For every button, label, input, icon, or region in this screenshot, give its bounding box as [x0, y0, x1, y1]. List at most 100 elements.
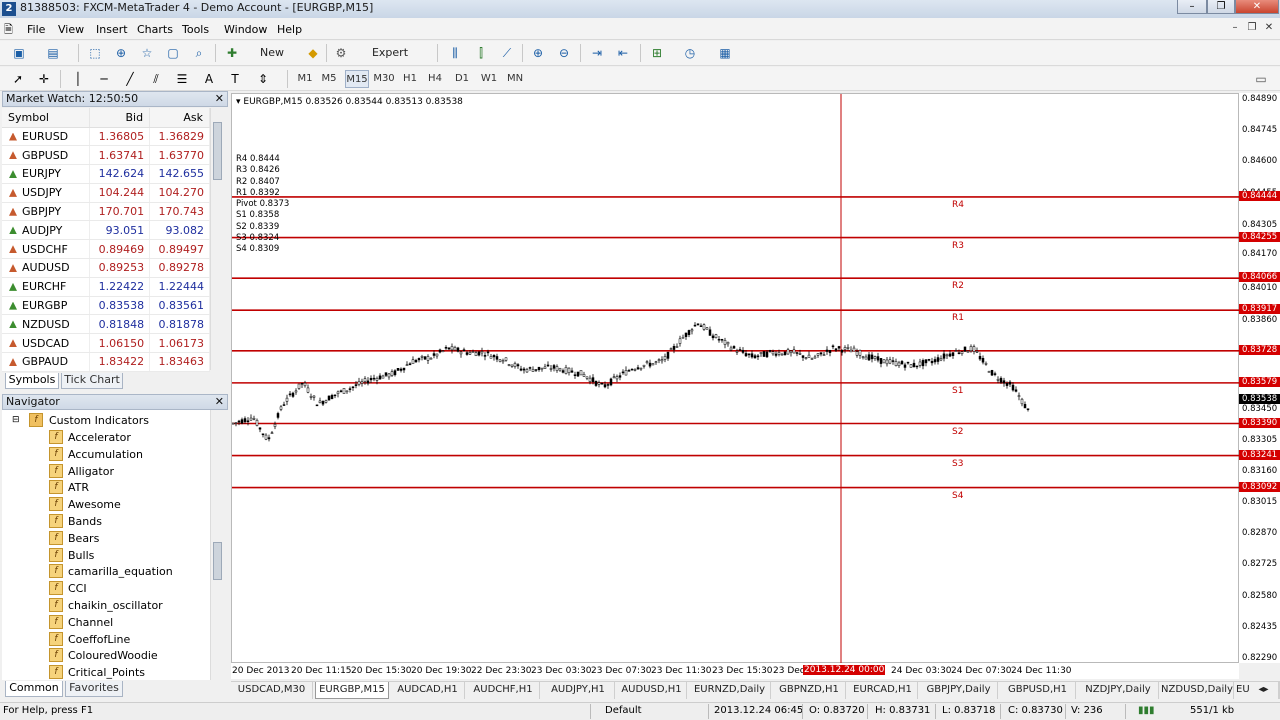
ask-cell[interactable]: 1.63770: [149, 145, 210, 166]
menu-charts[interactable]: Charts: [137, 23, 173, 36]
symbol-cell[interactable]: USDCHF: [2, 239, 91, 260]
bid-cell[interactable]: 1.22422: [89, 277, 151, 297]
ask-cell[interactable]: 1.36829: [149, 127, 210, 147]
indicators-icon[interactable]: ⊞: [648, 44, 666, 62]
menu-tools[interactable]: Tools: [182, 23, 209, 36]
table-row[interactable]: USDJPY 104.244 104.270: [2, 183, 210, 203]
bid-cell[interactable]: 142.624: [89, 164, 151, 184]
collapse-icon[interactable]: ⊟: [12, 412, 20, 429]
navigator-indicator-item[interactable]: f chaikin_oscillator: [2, 597, 210, 614]
bid-cell[interactable]: 1.63741: [89, 145, 151, 166]
chart-tab[interactable]: EURCAD,H1: [848, 682, 918, 699]
symbol-cell[interactable]: AUDUSD: [2, 258, 91, 278]
price-scale[interactable]: 0.848900.847450.846000.844550.843050.841…: [1239, 93, 1280, 663]
symbol-cell[interactable]: EURUSD: [2, 127, 91, 147]
trendline-icon[interactable]: ╱: [121, 70, 139, 88]
timeframe-w1[interactable]: W1: [479, 70, 499, 88]
navigator-indicator-item[interactable]: f Bears: [2, 530, 210, 547]
chart-tab[interactable]: NZDJPY,Daily: [1078, 682, 1159, 699]
symbol-cell[interactable]: GBPAUD: [2, 352, 91, 372]
ask-cell[interactable]: 170.743: [149, 202, 210, 222]
metaeditor-icon[interactable]: ◆: [304, 44, 322, 62]
timeframe-d1[interactable]: D1: [452, 70, 472, 88]
symbol-cell[interactable]: AUDJPY: [2, 220, 91, 241]
symbol-cell[interactable]: EURCHF: [2, 277, 91, 297]
close-icon[interactable]: ✕: [215, 395, 224, 409]
price-chart[interactable]: ▾ EURGBP,M15 0.83526 0.83544 0.83513 0.8…: [231, 93, 1240, 664]
zoom-out-icon[interactable]: ⊖: [555, 44, 573, 62]
profiles-icon[interactable]: ▤: [44, 44, 62, 62]
table-row[interactable]: EURCHF 1.22422 1.22444: [2, 277, 210, 297]
table-row[interactable]: AUDJPY 93.051 93.082: [2, 220, 210, 241]
dropdown-triangle-icon[interactable]: ▾: [236, 97, 241, 107]
navigator-indicator-item[interactable]: f Accelerator: [2, 429, 210, 446]
bid-cell[interactable]: 1.83422: [89, 352, 151, 372]
scrollbar-thumb[interactable]: [213, 542, 222, 580]
navigator-indicator-item[interactable]: f ATR: [2, 479, 210, 496]
text-icon[interactable]: A: [200, 70, 218, 88]
symbol-cell[interactable]: USDJPY: [2, 183, 91, 203]
mdi-close-icon[interactable]: ✕: [1262, 21, 1276, 35]
symbol-cell[interactable]: GBPUSD: [2, 145, 91, 166]
zoom-in-icon[interactable]: ⊕: [529, 44, 547, 62]
ask-cell[interactable]: 0.89497: [149, 239, 210, 260]
ask-cell[interactable]: 93.082: [149, 220, 210, 241]
timeframe-m30[interactable]: M30: [372, 70, 396, 88]
channel-icon[interactable]: ⫽: [147, 70, 165, 88]
chart-tab[interactable]: GBPJPY,Daily: [920, 682, 998, 699]
horizontal-line-icon[interactable]: ─: [95, 70, 113, 88]
bid-cell[interactable]: 1.06150: [89, 333, 151, 354]
menu-file[interactable]: File: [27, 23, 45, 36]
table-row[interactable]: EURUSD 1.36805 1.36829: [2, 127, 210, 147]
new-order-button[interactable]: New Order: [243, 43, 301, 79]
navigator-indicator-item[interactable]: f CCI: [2, 580, 210, 597]
navigator-indicator-item[interactable]: f camarilla_equation: [2, 563, 210, 580]
table-row[interactable]: GBPUSD 1.63741 1.63770: [2, 145, 210, 166]
timeframe-mn[interactable]: MN: [504, 70, 526, 88]
bid-cell[interactable]: 0.81848: [89, 314, 151, 335]
ask-cell[interactable]: 1.22444: [149, 277, 210, 297]
table-row[interactable]: EURGBP 0.83538 0.83561: [2, 296, 210, 316]
chart-shift-icon[interactable]: ⇤: [614, 44, 632, 62]
bid-cell[interactable]: 104.244: [89, 183, 151, 203]
table-row[interactable]: USDCHF 0.89469 0.89497: [2, 239, 210, 260]
templates-icon[interactable]: ▦: [716, 44, 734, 62]
symbol-cell[interactable]: EURJPY: [2, 164, 91, 184]
navigator-indicator-item[interactable]: f ColouredWoodie: [2, 647, 210, 664]
maximize-button[interactable]: ❐: [1207, 0, 1235, 14]
column-header-bid[interactable]: Bid: [89, 108, 151, 128]
ask-cell[interactable]: 104.270: [149, 183, 210, 203]
ask-cell[interactable]: 1.83463: [149, 352, 210, 372]
symbol-cell[interactable]: USDCAD: [2, 333, 91, 354]
time-scale[interactable]: 20 Dec 2013 20 Dec 11:15 20 Dec 15:30 20 De…: [231, 663, 1239, 679]
minimize-button[interactable]: –: [1177, 0, 1207, 14]
chart-tab[interactable]: USDCAD,M30: [231, 682, 313, 699]
table-row[interactable]: GBPJPY 170.701 170.743: [2, 202, 210, 222]
table-row[interactable]: AUDUSD 0.89253 0.89278: [2, 258, 210, 278]
strategy-tester-icon[interactable]: ⌕: [190, 44, 208, 62]
timeframe-m15[interactable]: M15: [345, 70, 369, 88]
table-row[interactable]: GBPAUD 1.83422 1.83463: [2, 352, 210, 372]
menu-window[interactable]: Window: [224, 23, 267, 36]
ask-cell[interactable]: 0.89278: [149, 258, 210, 278]
new-order-icon[interactable]: ✚: [223, 44, 241, 62]
new-chart-icon[interactable]: ▣: [10, 44, 28, 62]
data-window-icon[interactable]: ⊕: [112, 44, 130, 62]
navigator-indicator-item[interactable]: f Alligator: [2, 463, 210, 480]
timeframe-m1[interactable]: M1: [295, 70, 315, 88]
bar-chart-icon[interactable]: ⫼: [446, 44, 464, 62]
tree-folder-custom-indicators[interactable]: ⊟ f Custom Indicators: [2, 412, 210, 429]
menu-view[interactable]: View: [58, 23, 84, 36]
navigator-indicator-item[interactable]: f Accumulation: [2, 446, 210, 463]
chart-tab[interactable]: EURNZD,Daily: [689, 682, 771, 699]
arrows-icon[interactable]: ⇕: [254, 70, 272, 88]
tab-common[interactable]: Common: [5, 681, 63, 697]
market-watch-icon[interactable]: ⬚: [86, 44, 104, 62]
ask-cell[interactable]: 1.06173: [149, 333, 210, 354]
table-row[interactable]: USDCAD 1.06150 1.06173: [2, 333, 210, 354]
column-header-ask[interactable]: Ask: [149, 108, 210, 128]
periods-icon[interactable]: ◷: [681, 44, 699, 62]
screenshot-icon[interactable]: ▭: [1252, 70, 1270, 88]
table-row[interactable]: EURJPY 142.624 142.655: [2, 164, 210, 184]
line-chart-icon[interactable]: ⟋: [498, 44, 516, 62]
